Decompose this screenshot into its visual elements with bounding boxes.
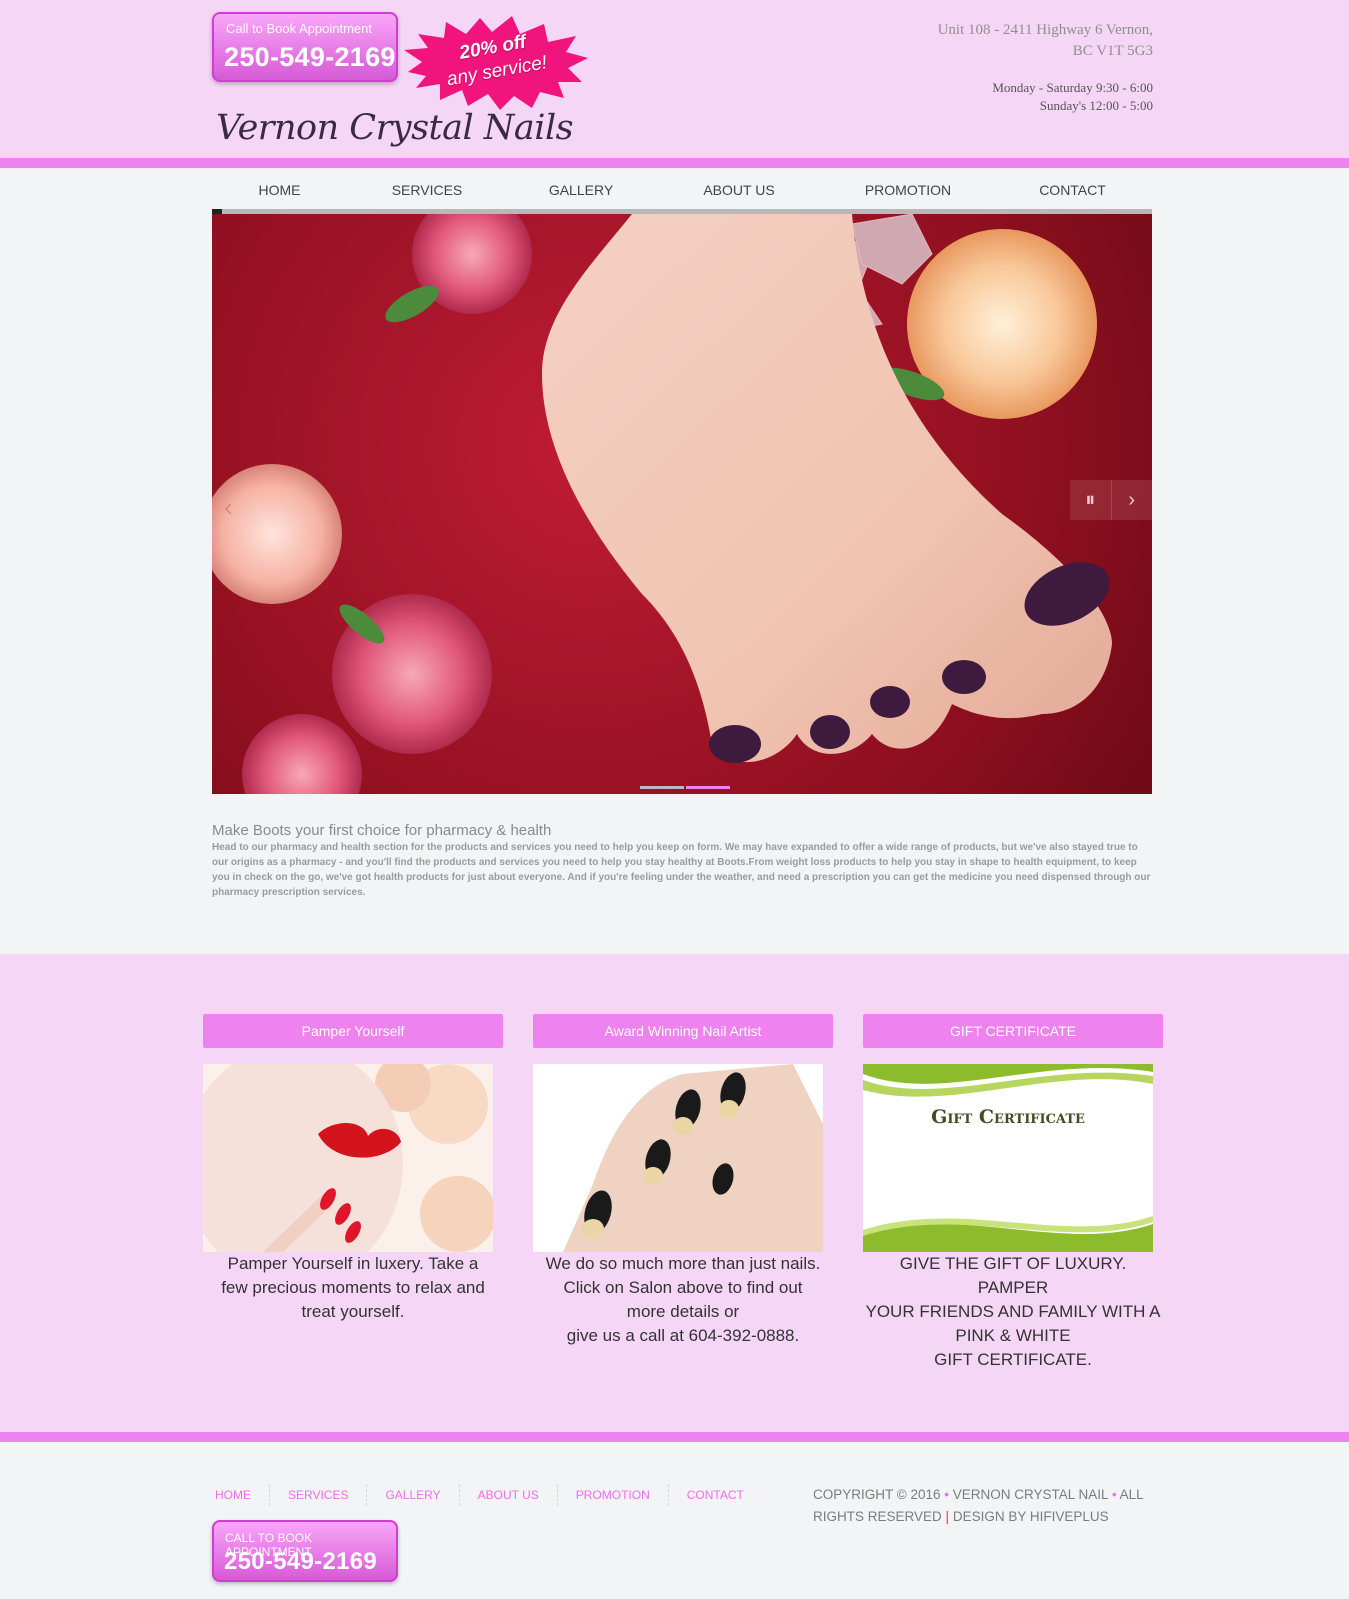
slider-dot[interactable] <box>640 786 684 789</box>
footer-phone-number: 250-549-2169 <box>224 1548 378 1575</box>
nav-gallery[interactable]: GALLERY <box>507 178 655 206</box>
feature-pamper: Pamper Yourself Pamper Yourself in luxer… <box>203 1014 503 1324</box>
feature-pamper-title[interactable]: Pamper Yourself <box>203 1014 503 1048</box>
hero-pedicure-image <box>212 214 1112 794</box>
feature-gift-certificate: GIFT CERTIFICATE Gift Certificate GIVE T… <box>863 1014 1163 1372</box>
company-name: VERNON CRYSTAL NAIL <box>952 1487 1109 1502</box>
nav-promotion[interactable]: PROMOTION <box>823 178 993 206</box>
footer-nav: HOME SERVICES GALLERY ABOUT US PROMOTION… <box>212 1484 762 1506</box>
promo-badge[interactable]: 20% off any service! <box>400 14 590 110</box>
call-to-book-button[interactable]: Call to Book Appointment 250-549-2169 <box>212 12 398 82</box>
slider-controls: ⏸ › <box>1070 480 1152 520</box>
nail-art-image <box>533 1064 823 1252</box>
separator-dot-icon: • <box>944 1487 949 1502</box>
copyright-notice: COPYRIGHT © 2016 • VERNON CRYSTAL NAIL •… <box>813 1484 1153 1528</box>
feature-nail-artist: Award Winning Nail Artist We do so much … <box>533 1014 833 1348</box>
footer-call-to-book-button[interactable]: CALL TO BOOK APPOINTMENT 250-549-2169 <box>212 1520 398 1582</box>
footer-nav-gallery[interactable]: GALLERY <box>366 1484 458 1506</box>
separator-dot-icon: • <box>1111 1487 1117 1502</box>
pamper-image <box>203 1064 493 1252</box>
main-nav: HOME SERVICES GALLERY ABOUT US PROMOTION… <box>212 178 1152 206</box>
feature-nail-artist-text: We do so much more than just nails. Clic… <box>545 1254 821 1345</box>
address-line2: BC V1T 5G3 <box>1072 43 1153 59</box>
hero-slider[interactable]: ‹ ⏸ › <box>212 214 1152 794</box>
slider-prev-button[interactable]: ‹ <box>224 492 233 523</box>
gift-certificate-image-text: Gift Certificate <box>931 1106 1085 1128</box>
footer-nav-services[interactable]: SERVICES <box>269 1484 366 1506</box>
hours-line1: Monday - Saturday 9:30 - 6:00 <box>992 80 1153 95</box>
footer-nav-home[interactable]: HOME <box>212 1484 269 1506</box>
nav-services[interactable]: SERVICES <box>347 178 507 206</box>
intro-text: Head to our pharmacy and health section … <box>212 842 1151 898</box>
address: Unit 108 - 2411 Highway 6 Vernon, BC V1T… <box>938 20 1153 62</box>
feature-gift-certificate-text: GIVE THE GIFT OF LUXURY. PAMPER YOUR FRI… <box>865 1254 1161 1369</box>
site-logo[interactable]: Vernon Crystal Nails <box>216 108 574 148</box>
site-header: Call to Book Appointment 250-549-2169 20… <box>0 0 1349 160</box>
slider-dot-active[interactable] <box>686 786 730 789</box>
features-section: Pamper Yourself Pamper Yourself in luxer… <box>0 954 1349 1432</box>
feature-gift-certificate-title[interactable]: GIFT CERTIFICATE <box>863 1014 1163 1048</box>
separator-bar-icon: | <box>945 1509 950 1524</box>
footer-divider <box>0 1432 1349 1442</box>
design-credit[interactable]: DESIGN BY HIFIVEPLUS <box>953 1509 1109 1524</box>
nav-contact[interactable]: CONTACT <box>993 178 1152 206</box>
intro-title: Make Boots your first choice for pharmac… <box>212 822 552 839</box>
call-to-book-label: Call to Book Appointment <box>226 21 372 36</box>
address-line1: Unit 108 - 2411 Highway 6 Vernon, <box>937 22 1153 38</box>
feature-nail-artist-title[interactable]: Award Winning Nail Artist <box>533 1014 833 1048</box>
slider-pagination <box>640 786 730 789</box>
opening-hours: Monday - Saturday 9:30 - 6:00 Sunday's 1… <box>992 79 1153 115</box>
footer-nav-about-us[interactable]: ABOUT US <box>458 1484 557 1506</box>
footer-nav-contact[interactable]: CONTACT <box>667 1484 762 1506</box>
feature-pamper-text: Pamper Yourself in luxery. Take a few pr… <box>221 1254 485 1321</box>
header-divider <box>0 158 1349 168</box>
gift-certificate-image: Gift Certificate <box>863 1064 1153 1252</box>
phone-number: 250-549-2169 <box>224 42 396 72</box>
nav-home[interactable]: HOME <box>212 178 347 206</box>
copyright-year: COPYRIGHT © 2016 <box>813 1487 941 1502</box>
hours-line2: Sunday's 12:00 - 5:00 <box>1039 98 1153 113</box>
nav-about-us[interactable]: ABOUT US <box>655 178 823 206</box>
footer-nav-promotion[interactable]: PROMOTION <box>556 1484 668 1506</box>
slider-next-button[interactable]: › <box>1110 480 1153 520</box>
pause-icon[interactable]: ⏸ <box>1070 480 1111 520</box>
